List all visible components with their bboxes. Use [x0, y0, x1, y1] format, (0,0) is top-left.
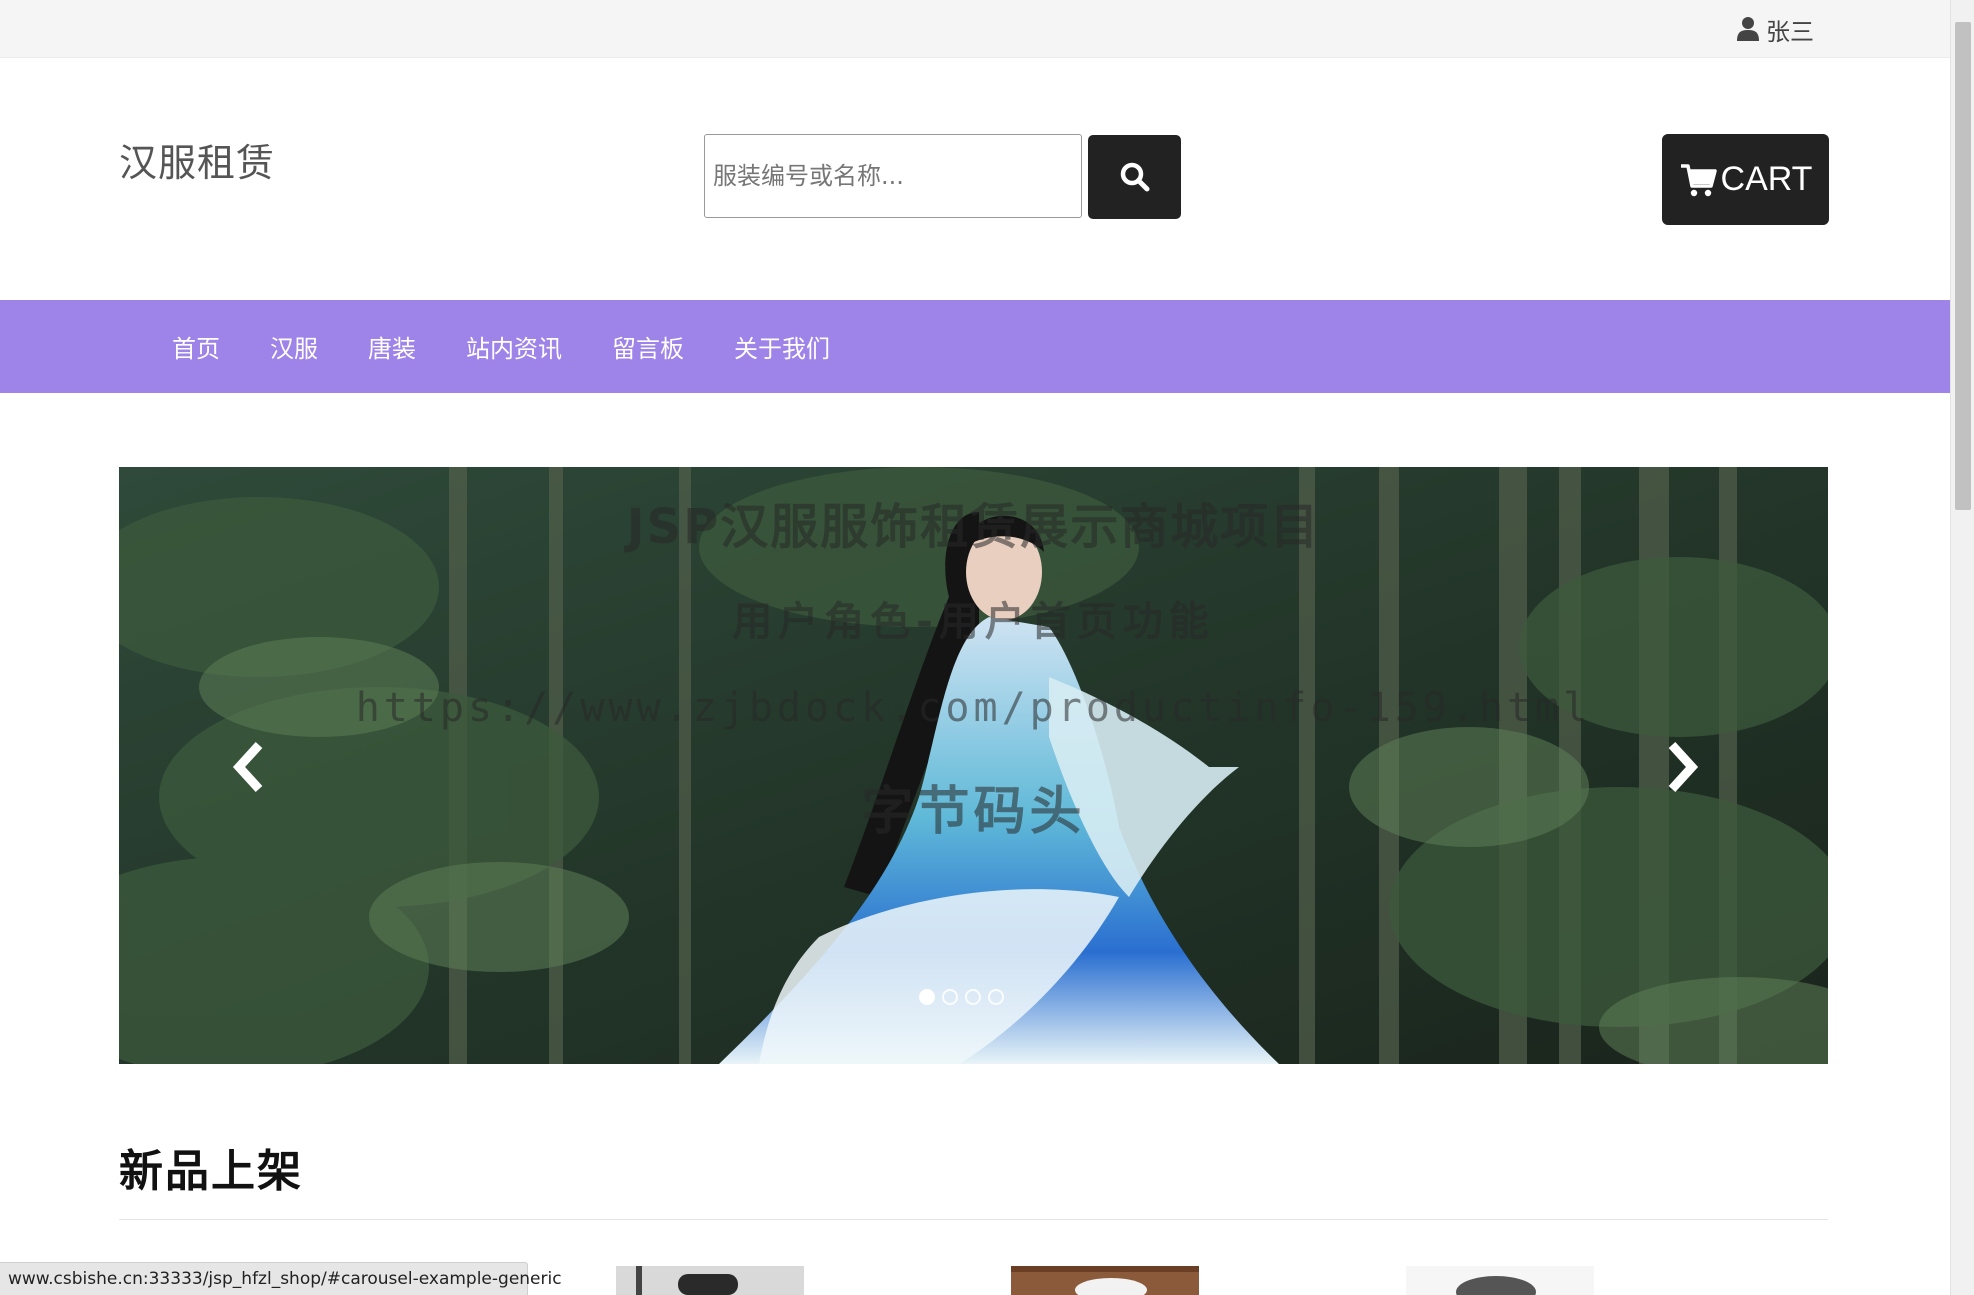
- user-icon: [1737, 17, 1759, 41]
- nav-item-news[interactable]: 站内资讯: [441, 329, 587, 364]
- browser-status-bar: www.csbishe.cn:33333/jsp_hfzl_shop/#caro…: [0, 1262, 562, 1295]
- page: 张三 汉服租赁 CART 首页 汉服 唐装 站内资讯: [0, 0, 1974, 1295]
- nav-item-about[interactable]: 关于我们: [709, 329, 855, 364]
- section-divider: [119, 1219, 1828, 1220]
- user-name: 张三: [1766, 17, 1814, 46]
- nav-list: 首页 汉服 唐装 站内资讯 留言板 关于我们: [148, 300, 855, 393]
- carousel-indicator[interactable]: [988, 989, 1004, 1005]
- nav-item-home[interactable]: 首页: [148, 329, 245, 364]
- nav-item-hanfu[interactable]: 汉服: [245, 329, 343, 364]
- cart-button[interactable]: CART: [1662, 134, 1829, 225]
- nav-item-tangzhuang[interactable]: 唐装: [343, 329, 441, 364]
- search-icon: [1120, 162, 1149, 192]
- product-thumbnail[interactable]: [616, 1266, 804, 1295]
- cart-label: CART: [1720, 160, 1813, 198]
- chevron-left-icon: [232, 741, 263, 793]
- cart-icon: [1680, 163, 1717, 196]
- top-bar: 张三: [0, 0, 1950, 58]
- main-nav: 首页 汉服 唐装 站内资讯 留言板 关于我们: [0, 300, 1950, 393]
- nav-item-guestbook[interactable]: 留言板: [587, 329, 709, 364]
- carousel-next-button[interactable]: [1652, 737, 1712, 797]
- search-button[interactable]: [1088, 135, 1181, 219]
- carousel-prev-button[interactable]: [219, 737, 279, 797]
- page-scrollbar[interactable]: [1950, 0, 1974, 1295]
- carousel-slide-image: [119, 467, 1828, 1064]
- carousel-indicator[interactable]: [942, 989, 958, 1005]
- product-thumbnail[interactable]: [1011, 1266, 1199, 1295]
- scrollbar-thumb[interactable]: [1955, 22, 1971, 510]
- chevron-right-icon: [1668, 741, 1699, 793]
- carousel-indicator[interactable]: [965, 989, 981, 1005]
- image-carousel[interactable]: JSP汉服服饰租赁展示商城项目 用户角色-用户首页功能 https://www.…: [119, 467, 1828, 1064]
- carousel-indicators: [919, 989, 1004, 1005]
- user-menu-link[interactable]: 张三: [1736, 12, 1814, 46]
- site-logo[interactable]: 汉服租赁: [119, 132, 275, 187]
- site-header: 汉服租赁 CART: [0, 58, 1950, 300]
- product-thumbnail[interactable]: [1406, 1266, 1594, 1295]
- search-input[interactable]: [704, 134, 1082, 218]
- carousel-indicator[interactable]: [919, 989, 935, 1005]
- section-title-new-arrivals: 新品上架: [119, 1146, 303, 1197]
